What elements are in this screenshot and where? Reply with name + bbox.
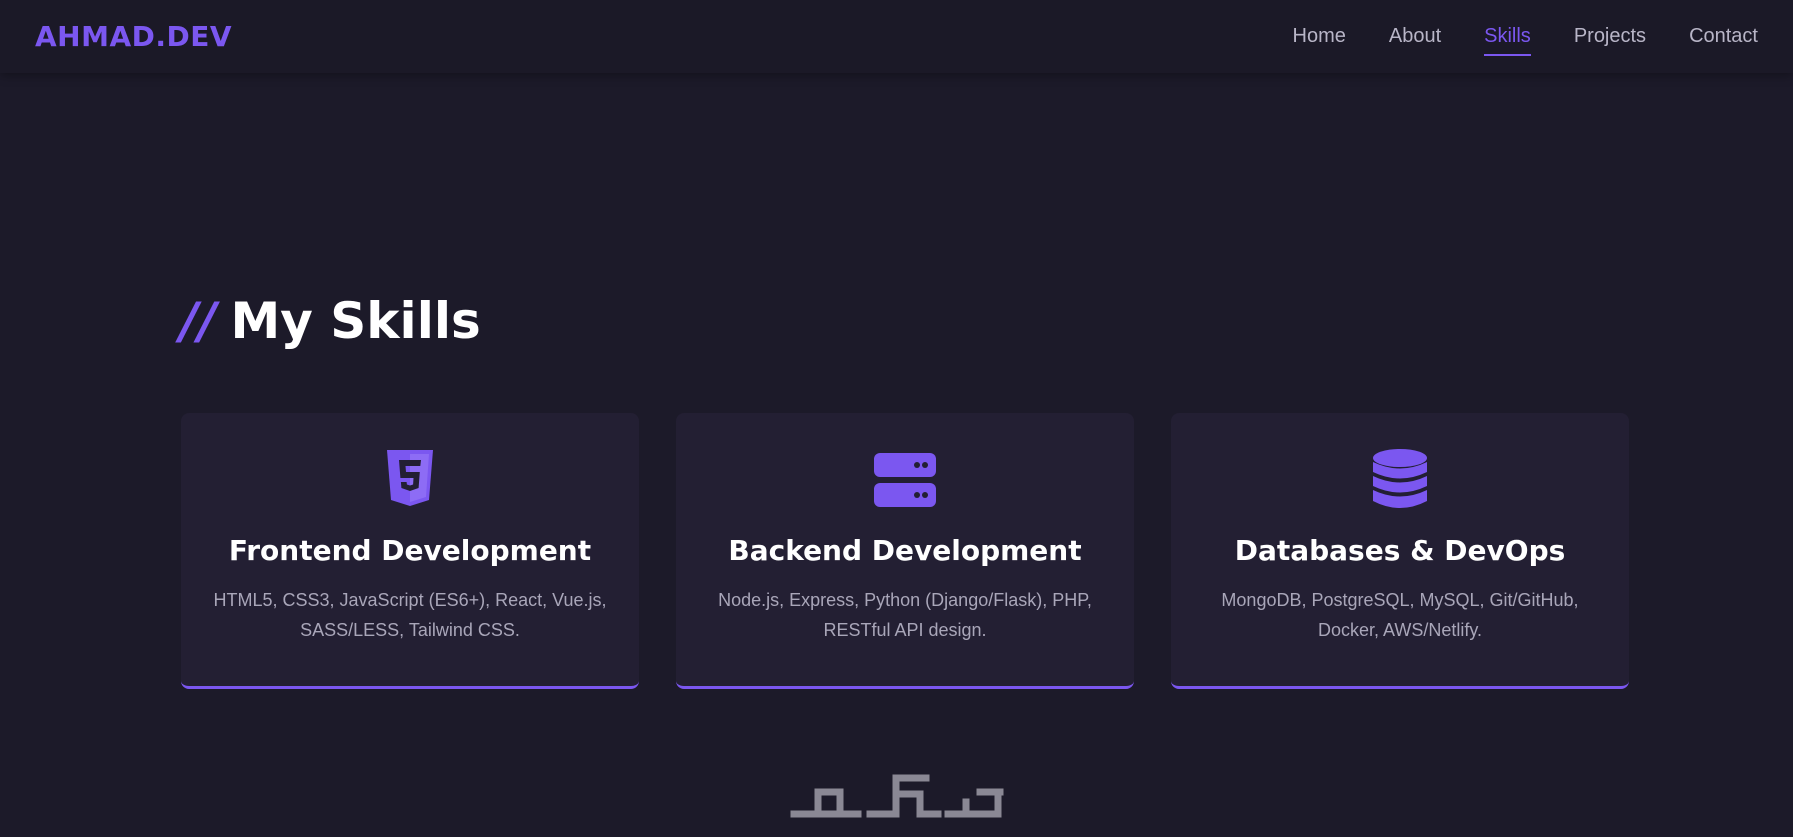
nav-link-home[interactable]: Home [1293, 19, 1346, 54]
html5-icon [378, 448, 442, 512]
nav-links: Home About Skills Projects Contact [1293, 19, 1758, 56]
nav-link-projects[interactable]: Projects [1574, 19, 1646, 54]
card-description: HTML5, CSS3, JavaScript (ES6+), React, V… [213, 590, 607, 640]
database-icon [1368, 448, 1432, 512]
title-slashes: // [180, 292, 217, 350]
card-description: Node.js, Express, Python (Django/Flask),… [718, 590, 1092, 640]
skill-card-frontend: Frontend Development HTML5, CSS3, JavaSc… [181, 413, 639, 689]
card-title: Databases & DevOps [1234, 534, 1566, 567]
khamsat-watermark-logo [788, 772, 1004, 820]
skill-card-databases: Databases & DevOps MongoDB, PostgreSQL, … [1171, 413, 1629, 689]
skill-card-backend: Backend Development Node.js, Express, Py… [676, 413, 1134, 689]
nav-link-skills[interactable]: Skills [1484, 19, 1531, 56]
nav-link-about[interactable]: About [1389, 19, 1441, 54]
section-title: // My Skills [180, 292, 481, 350]
server-icon [873, 448, 937, 512]
skills-cards: Frontend Development HTML5, CSS3, JavaSc… [181, 413, 1629, 689]
card-description: MongoDB, PostgreSQL, MySQL, Git/GitHub, … [1221, 590, 1579, 640]
site-logo[interactable]: AHMAD.DEV [35, 20, 232, 53]
section-title-text: My Skills [230, 292, 481, 350]
card-title: Backend Development [728, 534, 1082, 567]
navbar: AHMAD.DEV Home About Skills Projects Con… [0, 0, 1793, 73]
card-title: Frontend Development [228, 534, 592, 567]
nav-link-contact[interactable]: Contact [1689, 19, 1758, 54]
